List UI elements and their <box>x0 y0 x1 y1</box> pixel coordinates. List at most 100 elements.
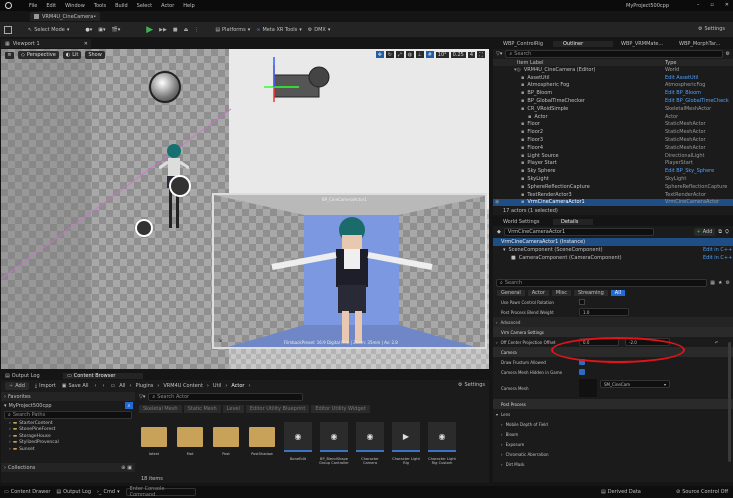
filter-streaming[interactable]: Streaming <box>573 289 608 296</box>
pin-icon[interactable]: ⇲ <box>218 338 222 344</box>
outliner-row[interactable]: ▪ Sky Sphere Edit BP_Sky_Sphere <box>493 167 733 175</box>
angle-snap-value[interactable]: 10° <box>435 51 449 58</box>
outliner-row[interactable]: ▪ AssetUtil Edit AssetUtil <box>493 74 733 82</box>
menu-edit[interactable]: Edit <box>46 3 56 9</box>
viewport[interactable]: ≡ ◇ Perspective ◐ Lit Show ✥ ↻ ⤢ ◍ ⊥ # 10°… <box>1 49 489 369</box>
world-icon[interactable]: ◍ <box>405 51 414 58</box>
outliner-row[interactable]: ▪ BP_Bloom Edit BP_Bloom <box>493 89 733 97</box>
menu-actor[interactable]: Actor <box>161 3 174 9</box>
filter-utility-widget[interactable]: Editor Utility Widget <box>311 404 370 413</box>
grid-view-icon[interactable]: ▦ <box>710 280 715 286</box>
folder-tile[interactable]: Post <box>211 422 241 456</box>
blueprint-icon[interactable]: ▣▾ <box>98 27 105 33</box>
eject-icon[interactable]: ⏏ <box>184 27 189 33</box>
outliner-row-type[interactable]: Edit BP_GlobalTimeCheck <box>665 98 729 104</box>
back-icon[interactable]: ‹ <box>95 383 97 389</box>
details-search[interactable]: ⌕ Search <box>496 279 708 287</box>
save-icon[interactable] <box>4 25 12 34</box>
blueprint-tile[interactable]: ◉ Character Light Rig Custom <box>427 422 457 465</box>
post-process-section[interactable]: Post Process <box>493 399 733 409</box>
cinematics-icon[interactable]: 🎬▾ <box>111 27 120 33</box>
play-options-icon[interactable]: ⋮ <box>194 27 199 33</box>
gear-icon[interactable]: ⚙ <box>726 280 730 286</box>
visibility-icon[interactable]: ◉ <box>495 199 499 205</box>
filter-general[interactable]: General <box>497 289 525 296</box>
translate-icon[interactable]: ✥ <box>375 51 384 58</box>
lit-button[interactable]: ◐ Lit <box>62 51 82 59</box>
bloom-row[interactable]: › Bloom <box>493 429 733 439</box>
scene-component-row[interactable]: ▾ SceneComponent (SceneComponent) Edit in … <box>493 246 733 254</box>
level-tab[interactable]: VRM4U_CineCamera• <box>30 12 101 21</box>
output-log-button[interactable]: ▤ Output Log <box>56 489 91 495</box>
collections-header[interactable]: › Collections ⊕ ▣ <box>1 463 135 472</box>
forward-icon[interactable]: › <box>103 383 105 389</box>
content-settings-button[interactable]: ⚙ Settings <box>458 382 485 388</box>
outliner-row[interactable]: ◉ ▪ VrmCineCameraActor1 VrmCineCameraActor <box>493 198 733 207</box>
reset-icon[interactable]: ↶ <box>715 340 718 345</box>
filter-all[interactable]: All <box>610 289 625 296</box>
vrm-camera-section[interactable]: Vrm Camera Settings <box>493 327 733 337</box>
edit-cpp-link[interactable]: Edit in C++ <box>703 255 732 261</box>
import-button[interactable]: ⤓ Import <box>35 383 56 389</box>
outliner-row[interactable]: ▪ Floor3 StaticMeshActor <box>493 136 733 144</box>
details-scrollbar[interactable] <box>728 342 731 462</box>
filter-utility-blueprint[interactable]: Editor Utility Blueprint <box>245 404 310 413</box>
search-paths-input[interactable]: ⌕ Search Paths <box>4 411 132 419</box>
outliner-col-type[interactable]: Type <box>665 60 676 66</box>
blueprint-tile[interactable]: ▶ Character Light Rig <box>391 422 421 465</box>
outliner-row[interactable]: ▪ CR_VRoidSimple SkeletalMeshActor <box>493 105 733 113</box>
outliner-row[interactable]: ▪ Light Source DirectionalLight <box>493 152 733 160</box>
filter-actor[interactable]: Actor <box>527 289 549 296</box>
tab-world-settings[interactable]: World Settings <box>493 219 553 225</box>
add-component-button[interactable]: + Add <box>693 228 716 236</box>
filter-icon[interactable]: ▽▾ <box>139 394 145 400</box>
outliner-row[interactable]: ▪ Floor4 StaticMeshActor <box>493 144 733 152</box>
filter-static-mesh[interactable]: Static Mesh <box>183 404 221 413</box>
tab-vrm-materials[interactable]: WBP_VRMMate... <box>613 41 673 47</box>
minimize-icon[interactable]: – <box>697 2 700 8</box>
asset-search[interactable]: ⌕ Search Actor <box>148 393 304 401</box>
outliner-row[interactable]: ▪ Floor2 StaticMeshActor <box>493 128 733 136</box>
rotate-icon[interactable]: ↻ <box>385 51 394 58</box>
settings-button[interactable]: ⚙ Settings <box>698 26 725 32</box>
outliner-row[interactable]: ▪ Actor Actor <box>493 113 733 121</box>
favorites-header[interactable]: › Favorites <box>1 392 135 401</box>
perspective-button[interactable]: ◇ Perspective <box>18 51 59 59</box>
blueprint-tile[interactable]: ◉ BoneEdit <box>283 422 313 461</box>
tab-details[interactable]: Details <box>553 218 593 225</box>
menu-file[interactable]: File <box>29 3 37 9</box>
chroma-row[interactable]: › Chromatic Aberration <box>493 449 733 459</box>
camera-mesh-dropdown[interactable]: SM_CineCam ▾ <box>600 380 670 388</box>
dmx-button[interactable]: ⚙ DMX ▾ <box>308 27 331 33</box>
tab-morph-target[interactable]: WBP_MorphTar... <box>673 41 733 47</box>
outliner-search[interactable]: ⌕ Search <box>505 50 723 58</box>
outliner-row[interactable]: ▪ SkyLight SkyLight <box>493 175 733 183</box>
dirt-row[interactable]: › Dirt Mask <box>493 459 733 469</box>
scale-icon[interactable]: ⤢ <box>395 51 404 58</box>
viewport-tab[interactable]: ▦ Viewport 1 ✕ <box>1 39 91 48</box>
edit-cpp-link[interactable]: Edit in C++ <box>703 247 732 253</box>
outliner-row[interactable]: ▪ SphereReflectionCapture SphereReflection… <box>493 183 733 191</box>
maximize-icon[interactable]: ▫ <box>710 2 713 8</box>
outliner-row[interactable]: ▪ BP_GlobalTimeChecker Edit BP_GlobalTimeC… <box>493 97 733 105</box>
tab-outliner[interactable]: Outliner <box>553 40 613 47</box>
metaxr-button[interactable]: ∞ Meta XR Tools ▾ <box>256 27 302 33</box>
folder-tile[interactable]: latest <box>139 422 169 456</box>
folder-tree-item[interactable]: › ▬ Sunset <box>9 446 135 453</box>
close-icon[interactable]: ✕ <box>725 2 729 8</box>
camera-component-row[interactable]: ■ CameraComponent (CameraComponent) Edit i… <box>493 254 733 262</box>
outliner-row-type[interactable]: Edit BP_Sky_Sphere <box>665 168 714 174</box>
camera-speed-value[interactable]: 4 <box>467 51 475 58</box>
star-icon[interactable]: ★ <box>718 280 722 286</box>
tab-output-log[interactable]: ▤ Output Log <box>1 373 61 379</box>
console-input[interactable]: Enter Console Command <box>125 486 196 498</box>
dof-row[interactable]: › Mobile Depth of Field <box>493 419 733 429</box>
platforms-button[interactable]: ▤ Platforms ▾ <box>215 27 250 33</box>
outliner-row-type[interactable]: Edit AssetUtil <box>665 75 698 81</box>
breadcrumb-actor[interactable]: Actor <box>231 383 244 389</box>
search-icon[interactable]: ⌕ <box>125 402 133 409</box>
add-collection-icon[interactable]: ⊕ <box>121 465 125 471</box>
outliner-row[interactable]: ▪ Player Start PlayerStart <box>493 160 733 168</box>
derived-data-button[interactable]: ▤ Derived Data <box>601 489 641 495</box>
tab-content-browser[interactable]: ▭ Content Browser <box>63 372 143 379</box>
